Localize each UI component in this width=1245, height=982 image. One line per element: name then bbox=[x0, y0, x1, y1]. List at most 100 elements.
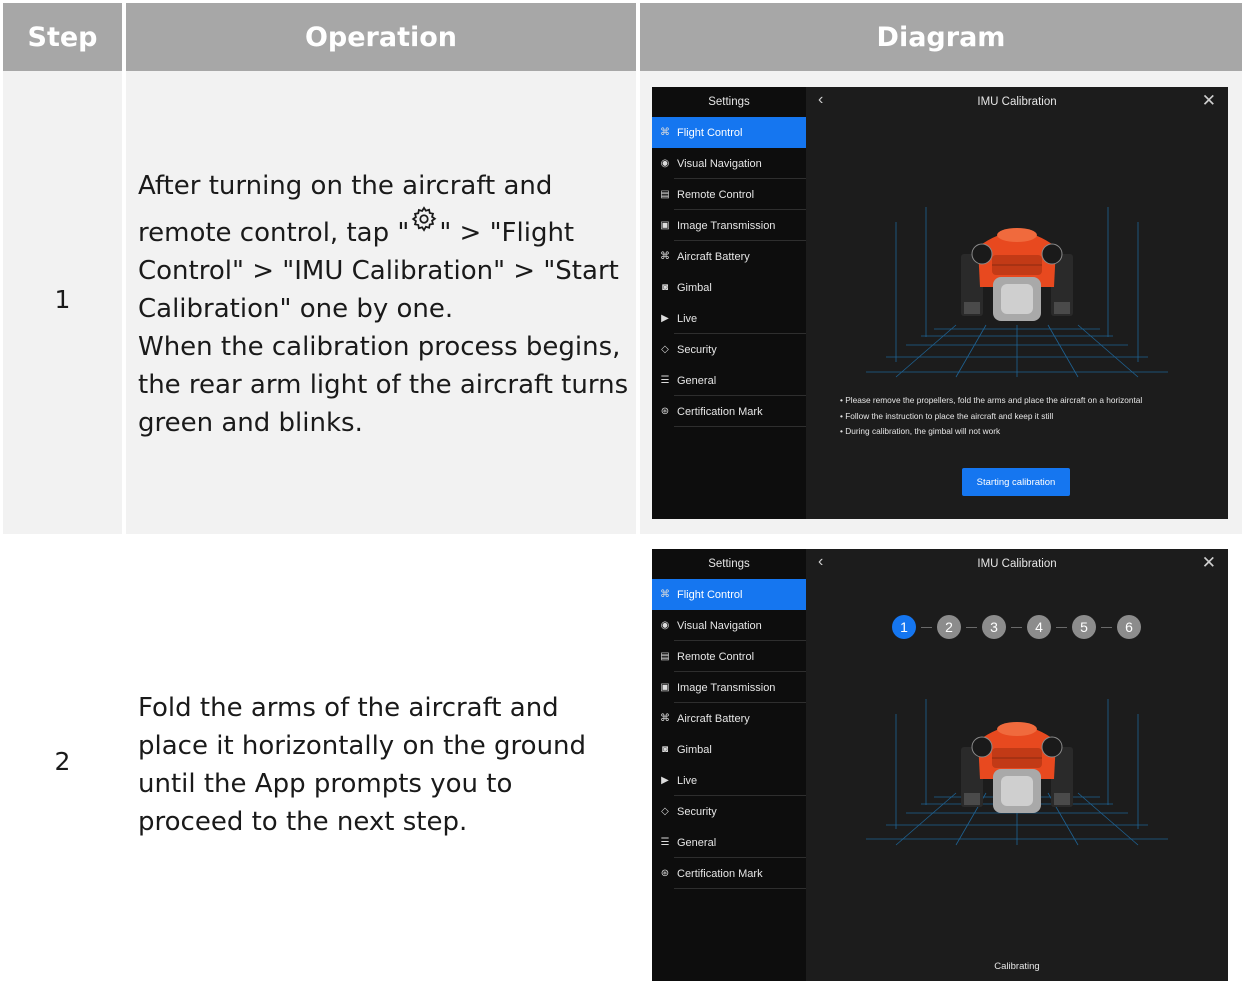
close-icon[interactable]: ✕ bbox=[1202, 553, 1216, 573]
step-connector bbox=[966, 626, 977, 628]
title-bar: ‹ IMU Calibration ✕ bbox=[806, 549, 1228, 579]
sidebar-item-label: Flight Control bbox=[677, 588, 743, 601]
sidebar-item-certification-mark[interactable]: ⊛ Certification Mark bbox=[652, 858, 806, 889]
step-dot: 6 bbox=[1117, 615, 1141, 639]
sidebar-item-flight-control[interactable]: ⌘ Flight Control bbox=[652, 117, 806, 148]
sidebar-title: Settings bbox=[708, 558, 750, 570]
sidebar-item-gimbal[interactable]: ◙ Gimbal bbox=[652, 734, 806, 765]
step-connector bbox=[1011, 626, 1022, 628]
sidebar-item-image-transmission[interactable]: ▣ Image Transmission bbox=[652, 210, 806, 241]
operation-text: Fold the arms of the aircraft and place … bbox=[138, 689, 608, 841]
sidebar-item-label: General bbox=[677, 374, 717, 387]
eye-icon: ◉ bbox=[660, 158, 670, 169]
certificate-icon: ⊛ bbox=[660, 868, 670, 879]
sidebar-item-label: Flight Control bbox=[677, 126, 743, 139]
shield-icon: ◇ bbox=[661, 344, 669, 355]
sidebar-item-remote-control[interactable]: ▤ Remote Control bbox=[652, 179, 806, 210]
sidebar-item-label: Aircraft Battery bbox=[677, 250, 750, 263]
step-connector bbox=[1056, 626, 1067, 628]
calibrating-status: Calibrating bbox=[994, 961, 1040, 972]
drone-icon: ⌘ bbox=[660, 589, 670, 600]
gimbal-icon: ◙ bbox=[661, 282, 669, 293]
app-screenshot-1: Settings ⌘ Flight Control ◉ Visual Navigat… bbox=[652, 87, 1228, 519]
sidebar-item-label: Aircraft Battery bbox=[677, 712, 750, 725]
sidebar-item-label: Remote Control bbox=[677, 650, 755, 663]
step-dot: 2 bbox=[937, 615, 961, 639]
sidebar-item-aircraft-battery[interactable]: ⌘ Aircraft Battery bbox=[652, 241, 806, 272]
remote-icon: ▤ bbox=[660, 651, 670, 662]
step-dot: 1 bbox=[892, 615, 916, 639]
sidebar-item-aircraft-battery[interactable]: ⌘ Aircraft Battery bbox=[652, 703, 806, 734]
gimbal-icon: ◙ bbox=[661, 744, 669, 755]
sidebar-item-label: Image Transmission bbox=[677, 219, 776, 232]
step-number: 1 bbox=[54, 285, 71, 314]
close-icon[interactable]: ✕ bbox=[1202, 91, 1216, 111]
settings-sidebar: Settings ⌘ Flight Control ◉ Visual Navigat… bbox=[652, 549, 806, 981]
operation-text-para: When the calibration process begins, the… bbox=[138, 332, 629, 438]
calibration-scene bbox=[866, 207, 1168, 378]
page-title: IMU Calibration bbox=[977, 96, 1057, 108]
calibration-step-indicator: 1 2 3 4 5 6 bbox=[892, 615, 1141, 639]
settings-sidebar: Settings ⌘ Flight Control ◉ Visual Navigat… bbox=[652, 87, 806, 519]
live-icon: ▶ bbox=[661, 775, 669, 786]
battery-icon: ⌘ bbox=[660, 251, 670, 262]
sidebar-item-label: Certification Mark bbox=[677, 405, 763, 418]
sidebar-item-remote-control[interactable]: ▤ Remote Control bbox=[652, 641, 806, 672]
title-bar: ‹ IMU Calibration ✕ bbox=[806, 87, 1228, 117]
operation-text: After turning on the aircraft and remote… bbox=[138, 167, 633, 442]
drone-icon: ⌘ bbox=[660, 127, 670, 138]
sidebar-item-label: Gimbal bbox=[677, 743, 712, 756]
instruction-item: During calibration, the gimbal will not … bbox=[840, 424, 1142, 440]
sidebar-item-visual-navigation[interactable]: ◉ Visual Navigation bbox=[652, 610, 806, 641]
instruction-item: Follow the instruction to place the airc… bbox=[840, 409, 1142, 425]
sidebar-title: Settings bbox=[708, 96, 750, 108]
step-connector bbox=[921, 626, 932, 628]
operation-text-para: Fold the arms of the aircraft and place … bbox=[138, 693, 587, 837]
sidebar-item-label: Live bbox=[677, 312, 698, 325]
sidebar-item-general[interactable]: ☰ General bbox=[652, 827, 806, 858]
column-header-step: Step bbox=[3, 3, 122, 71]
page-title: IMU Calibration bbox=[977, 558, 1057, 570]
live-icon: ▶ bbox=[661, 313, 669, 324]
instruction-list: Please remove the propellers, fold the a… bbox=[840, 393, 1142, 440]
sidebar-item-security[interactable]: ◇ Security bbox=[652, 334, 806, 365]
aircraft-illustration bbox=[961, 228, 1073, 321]
sidebar-item-label: Gimbal bbox=[677, 281, 712, 294]
sidebar-item-live[interactable]: ▶ Live bbox=[652, 303, 806, 334]
sidebar-item-security[interactable]: ◇ Security bbox=[652, 796, 806, 827]
step-number: 2 bbox=[54, 747, 71, 776]
eye-icon: ◉ bbox=[660, 620, 670, 631]
sliders-icon: ☰ bbox=[660, 375, 670, 386]
sidebar-item-label: Image Transmission bbox=[677, 681, 776, 694]
sidebar-item-label: Certification Mark bbox=[677, 867, 763, 880]
sidebar-item-label: Security bbox=[677, 805, 717, 818]
step-dot: 4 bbox=[1027, 615, 1051, 639]
start-calibration-button[interactable]: Starting calibration bbox=[962, 468, 1070, 496]
calibration-panel: ‹ IMU Calibration ✕ 1 2 3 4 5 6 Calibrat… bbox=[806, 549, 1228, 981]
instruction-item: Please remove the propellers, fold the a… bbox=[840, 393, 1142, 409]
sidebar-item-flight-control[interactable]: ⌘ Flight Control bbox=[652, 579, 806, 610]
calibration-panel: ‹ IMU Calibration ✕ Please remove the pr… bbox=[806, 87, 1228, 519]
battery-icon: ⌘ bbox=[660, 713, 670, 724]
sidebar-item-image-transmission[interactable]: ▣ Image Transmission bbox=[652, 672, 806, 703]
sidebar-item-gimbal[interactable]: ◙ Gimbal bbox=[652, 272, 806, 303]
aircraft-illustration bbox=[961, 722, 1073, 813]
sidebar-item-general[interactable]: ☰ General bbox=[652, 365, 806, 396]
sidebar-item-label: Security bbox=[677, 343, 717, 356]
sidebar-item-certification-mark[interactable]: ⊛ Certification Mark bbox=[652, 396, 806, 427]
sidebar-item-visual-navigation[interactable]: ◉ Visual Navigation bbox=[652, 148, 806, 179]
shield-icon: ◇ bbox=[661, 806, 669, 817]
image-transmission-icon: ▣ bbox=[660, 682, 670, 693]
column-header-operation: Operation bbox=[126, 3, 636, 71]
step-connector bbox=[1101, 626, 1112, 628]
app-screenshot-2: Settings ⌘ Flight Control ◉ Visual Navigat… bbox=[652, 549, 1228, 981]
step-dot: 3 bbox=[982, 615, 1006, 639]
sidebar-item-label: Visual Navigation bbox=[677, 619, 762, 632]
column-header-diagram: Diagram bbox=[640, 3, 1242, 71]
certificate-icon: ⊛ bbox=[660, 406, 670, 417]
sidebar-item-label: General bbox=[677, 836, 717, 849]
sidebar-item-live[interactable]: ▶ Live bbox=[652, 765, 806, 796]
calibration-scene bbox=[866, 699, 1168, 846]
sidebar-item-label: Visual Navigation bbox=[677, 157, 762, 170]
sliders-icon: ☰ bbox=[660, 837, 670, 848]
